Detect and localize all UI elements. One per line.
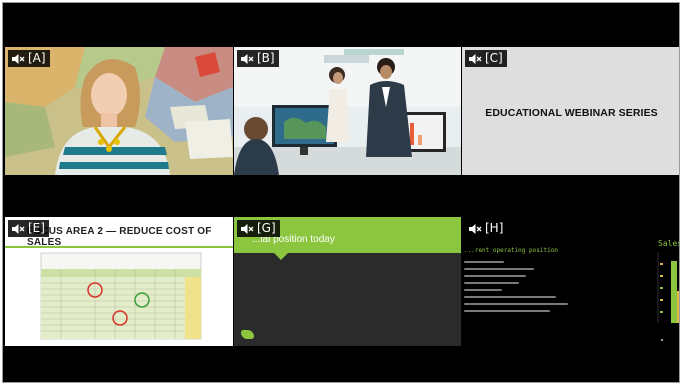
tile-label: [B] bbox=[257, 51, 275, 65]
speaker-muted-icon[interactable] bbox=[11, 53, 25, 65]
video-tile-c[interactable]: EDUCATIONAL WEBINAR SERIES [C] bbox=[462, 47, 679, 175]
tile-e-badge[interactable]: [E] bbox=[8, 220, 49, 237]
video-tile-a[interactable]: [A] bbox=[5, 47, 233, 175]
tile-label: [H] bbox=[485, 221, 504, 235]
video-grid: [A] [B] EDUCATIONAL WEBINAR SERIES [C] F… bbox=[2, 2, 680, 383]
tile-label: [G] bbox=[257, 221, 276, 235]
webinar-title: EDUCATIONAL WEBINAR SERIES bbox=[485, 107, 658, 119]
video-tile-h[interactable]: ...rent operating position Sales [H] bbox=[462, 217, 679, 346]
tile-label: [A] bbox=[28, 51, 46, 65]
tile-c-badge[interactable]: [C] bbox=[465, 50, 507, 67]
banner-notch bbox=[274, 253, 288, 260]
speaker-muted-icon[interactable] bbox=[11, 223, 25, 235]
speaker-muted-icon[interactable] bbox=[468, 53, 482, 65]
speaker-muted-icon[interactable] bbox=[240, 223, 254, 235]
tile-label: [E] bbox=[28, 221, 45, 235]
tile-label: [C] bbox=[485, 51, 503, 65]
tile-g-badge[interactable]: [G] bbox=[237, 220, 280, 237]
video-tile-g[interactable]: ...ial position today [G] bbox=[234, 217, 461, 346]
speaker-muted-icon[interactable] bbox=[240, 53, 254, 65]
leaf-logo-icon bbox=[241, 330, 254, 339]
tile-h-badge[interactable]: [H] bbox=[465, 220, 508, 237]
tile-b-badge[interactable]: [B] bbox=[237, 50, 279, 67]
tile-a-badge[interactable]: [A] bbox=[8, 50, 50, 67]
speaker-muted-icon[interactable] bbox=[468, 223, 482, 235]
video-tile-e[interactable]: FOCUS AREA 2 — REDUCE COST OF SALES [E] bbox=[5, 217, 233, 346]
video-tile-b[interactable]: [B] bbox=[234, 47, 461, 175]
